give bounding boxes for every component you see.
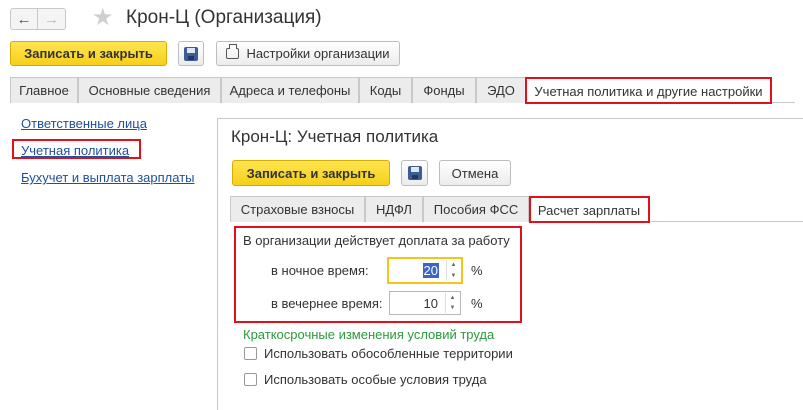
evening-time-label: в вечернее время: xyxy=(271,296,383,311)
tab-addresses-phones[interactable]: Адреса и телефоны xyxy=(221,77,359,103)
tab-funds[interactable]: Фонды xyxy=(412,77,476,103)
tab-label: Основные сведения xyxy=(88,83,211,98)
tab-label: Фонды xyxy=(423,83,465,98)
tab-basic-info[interactable]: Основные сведения xyxy=(78,77,221,103)
save-and-close-label: Записать и закрыть xyxy=(24,46,153,61)
forward-button[interactable]: → xyxy=(38,8,66,30)
separate-territories-label[interactable]: Использовать обособленные территории xyxy=(264,346,513,361)
policy-save-and-close-button[interactable]: Записать и закрыть xyxy=(232,160,390,186)
tab-insurance-contributions[interactable]: Страховые взносы xyxy=(230,196,365,222)
cancel-label: Отмена xyxy=(451,165,499,181)
night-time-label: в ночное время: xyxy=(271,263,369,278)
tab-accounting-policy[interactable]: Учетная политика и другие настройки xyxy=(526,77,771,104)
save-and-close-button[interactable]: Записать и закрыть xyxy=(10,41,167,66)
policy-save-button[interactable] xyxy=(401,160,428,186)
special-conditions-label[interactable]: Использовать особые условия труда xyxy=(264,372,487,387)
sidebar-item-accounting-policy[interactable]: Учетная политика xyxy=(21,143,129,158)
night-time-value: 20 xyxy=(422,263,439,278)
spin-up-icon[interactable]: ▲ xyxy=(451,262,457,268)
tab-edo[interactable]: ЭДО xyxy=(476,77,526,103)
sidebar-item-payroll-accounting[interactable]: Бухучет и выплата зарплаты xyxy=(21,170,195,185)
tab-label: Главное xyxy=(19,83,69,98)
tab-label: НДФЛ xyxy=(376,202,412,217)
printer-icon xyxy=(226,44,240,59)
window-title: Крон-Ц (Организация) xyxy=(126,7,322,28)
tab-codes[interactable]: Коды xyxy=(359,77,412,103)
tab-payroll-calculation[interactable]: Расчет зарплаты xyxy=(529,196,649,223)
arrow-right-icon: → xyxy=(44,10,59,28)
favorite-star-icon[interactable]: ★ xyxy=(92,5,114,31)
evening-time-value: 10 xyxy=(423,295,438,311)
separate-territories-checkbox[interactable] xyxy=(244,347,257,360)
spin-down-icon[interactable]: ▼ xyxy=(451,273,457,279)
tab-label: Коды xyxy=(369,83,402,98)
tab-label: ЭДО xyxy=(487,83,515,98)
tab-label: Страховые взносы xyxy=(240,202,355,217)
save-and-close-label: Записать и закрыть xyxy=(246,165,376,181)
tab-label: Расчет зарплаты xyxy=(537,202,641,218)
short-term-changes-heading: Краткосрочные изменения условий труда xyxy=(243,327,495,342)
night-time-percent-sign: % xyxy=(471,263,483,278)
spin-up-icon[interactable]: ▲ xyxy=(450,295,456,301)
policy-title: Крон-Ц: Учетная политика xyxy=(231,127,439,146)
night-time-percent-input[interactable]: 20 ▲ ▼ xyxy=(387,257,463,284)
surcharge-heading: В организации действует доплата за работ… xyxy=(243,233,510,248)
special-conditions-checkbox[interactable] xyxy=(244,373,257,386)
tab-label: Учетная политика и другие настройки xyxy=(534,83,763,99)
evening-time-percent-sign: % xyxy=(471,296,483,311)
tab-label: Адреса и телефоны xyxy=(229,83,351,98)
floppy-disk-icon xyxy=(407,166,422,180)
org-settings-label: Настройки организации xyxy=(246,46,390,61)
spinner-control[interactable]: ▲ ▼ xyxy=(446,260,460,281)
tab-label: Пособия ФСС xyxy=(433,202,519,217)
tab-main[interactable]: Главное xyxy=(10,77,78,103)
cancel-button[interactable]: Отмена xyxy=(439,160,511,186)
org-settings-button[interactable]: Настройки организации xyxy=(216,41,400,66)
tab-fss-benefits[interactable]: Пособия ФСС xyxy=(423,196,529,222)
tab-ndfl[interactable]: НДФЛ xyxy=(365,196,423,222)
sidebar-item-responsible-persons[interactable]: Ответственные лица xyxy=(21,116,147,131)
spinner-control[interactable]: ▲ ▼ xyxy=(445,293,459,313)
floppy-disk-icon xyxy=(184,46,198,61)
spin-down-icon[interactable]: ▼ xyxy=(450,305,456,311)
arrow-left-icon: ← xyxy=(16,10,32,28)
back-button[interactable]: ← xyxy=(10,8,38,30)
evening-time-percent-input[interactable]: 10 ▲ ▼ xyxy=(389,291,461,315)
save-button[interactable] xyxy=(178,41,204,66)
